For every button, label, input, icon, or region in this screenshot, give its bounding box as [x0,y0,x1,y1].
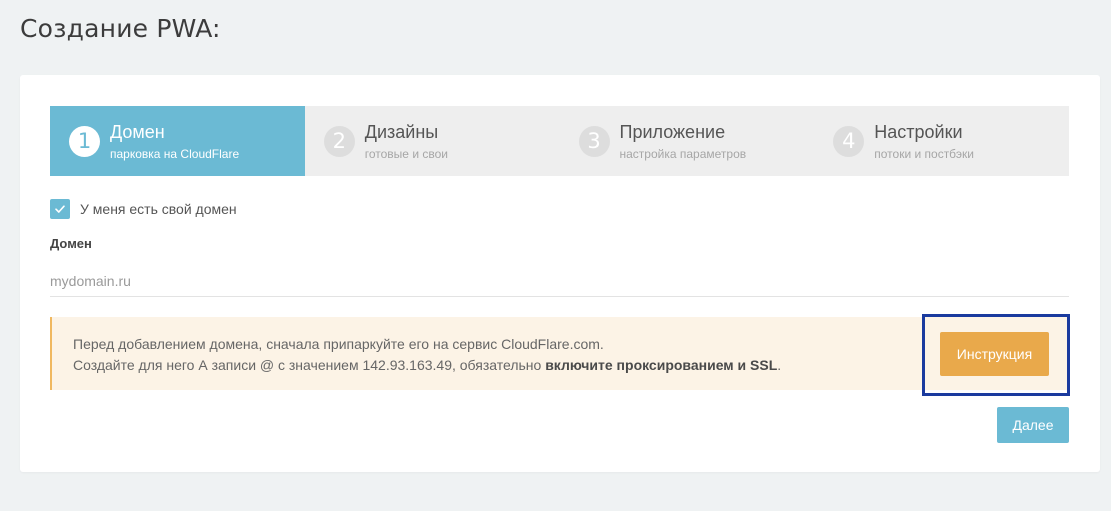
notice-line-2: Создайте для него А записи @ с значением… [73,355,781,376]
cloudflare-notice: Перед добавлением домена, сначала припар… [50,317,1069,390]
wizard-card: 1 Домен парковка на CloudFlare 2 Дизайны… [20,75,1100,472]
step-designs[interactable]: 2 Дизайны готовые и свои [304,106,560,176]
step-subtitle: готовые и свои [364,146,448,161]
notice-line-1: Перед добавлением домена, сначала припар… [73,336,604,352]
notice-line-2-suffix: . [777,357,782,373]
own-domain-checkbox[interactable] [50,199,70,219]
next-button[interactable]: Далее [997,407,1069,443]
step-number: 1 [69,125,100,157]
domain-field-label: Домен [50,236,92,251]
step-title: Дизайны [364,121,439,142]
notice-text: Перед добавлением домена, сначала припар… [73,334,781,376]
step-settings[interactable]: 4 Настройки потоки и постбэки [814,106,1069,176]
step-subtitle: потоки и постбэки [874,146,974,161]
step-number: 2 [323,125,355,157]
step-subtitle: парковка на CloudFlare [110,146,240,161]
own-domain-label: У меня есть свой домен [80,201,237,217]
step-title: Настройки [874,121,963,142]
own-domain-option: У меня есть свой домен [50,199,237,219]
step-number: 4 [833,125,865,157]
page-title: Создание PWA: [20,14,221,43]
checkmark-icon [55,205,65,213]
step-title: Домен [110,121,165,142]
step-application[interactable]: 3 Приложение настройка параметров [559,106,815,176]
domain-input[interactable] [50,265,1069,297]
step-subtitle: настройка параметров [619,146,747,161]
instruction-button[interactable]: Инструкция [940,332,1049,376]
step-domain[interactable]: 1 Домен парковка на CloudFlare [50,106,305,176]
wizard-steps: 1 Домен парковка на CloudFlare 2 Дизайны… [50,106,1069,176]
notice-line-2-bold: включите проксированием и SSL [545,357,778,373]
step-title: Приложение [619,121,726,142]
notice-line-2-prefix: Создайте для него А записи @ с значением… [73,357,546,373]
step-number: 3 [578,125,610,157]
